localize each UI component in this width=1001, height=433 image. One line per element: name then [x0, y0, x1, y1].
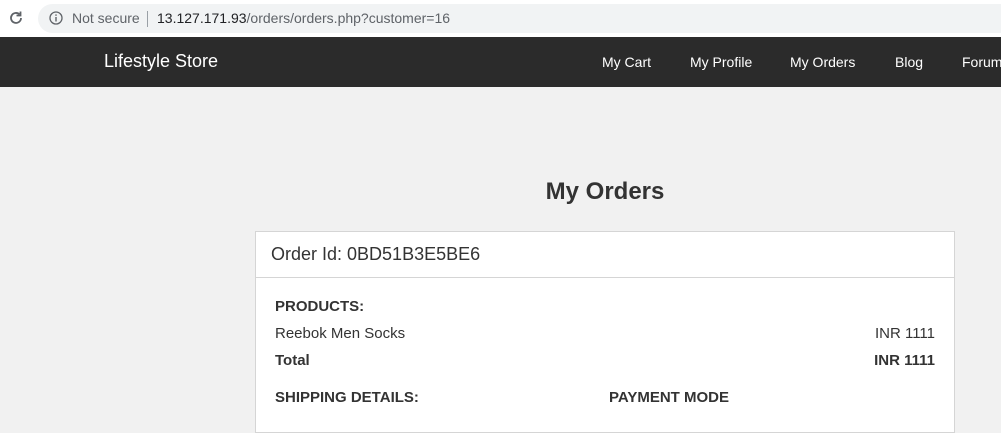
total-label: Total	[275, 352, 310, 369]
order-id: Order Id: 0BD51B3E5BE6	[271, 244, 481, 264]
product-name: Reebok Men Socks	[275, 325, 406, 342]
product-price: INR 1111	[874, 325, 935, 342]
url-host: 13.127.171.93	[157, 10, 247, 26]
url-bar[interactable]: Not secure 13.127.171.93/orders/orders.p…	[38, 4, 1001, 33]
products-heading: PRODUCTS:	[275, 298, 365, 315]
total-value: INR 1111	[874, 352, 935, 369]
url-text[interactable]: 13.127.171.93/orders/orders.php?customer…	[157, 10, 450, 26]
url-path: /orders/orders.php?customer=16	[246, 10, 451, 26]
reload-icon[interactable]	[7, 9, 25, 27]
nav-my-cart[interactable]: My Cart	[602, 54, 651, 70]
nav-my-orders[interactable]: My Orders	[790, 54, 855, 70]
site-navbar: Lifestyle Store My Cart My Profile My Or…	[0, 37, 1001, 87]
payment-heading: PAYMENT MODE	[609, 389, 730, 406]
shipping-heading: SHIPPING DETAILS:	[275, 389, 419, 406]
nav-forum[interactable]: Forum	[962, 54, 1001, 70]
security-label[interactable]: Not secure	[72, 10, 140, 26]
browser-address-bar: Not secure 13.127.171.93/orders/orders.p…	[0, 0, 1001, 37]
page-title: My Orders	[545, 178, 665, 205]
order-panel-header: Order Id: 0BD51B3E5BE6	[256, 232, 954, 278]
info-icon[interactable]	[49, 11, 63, 25]
nav-my-profile[interactable]: My Profile	[690, 54, 752, 70]
nav-links: My Cart My Profile My Orders Blog Forum	[0, 54, 1001, 74]
nav-blog[interactable]: Blog	[895, 54, 923, 70]
url-separator	[147, 11, 148, 27]
order-panel: Order Id: 0BD51B3E5BE6 PRODUCTS: Reebok …	[255, 231, 955, 433]
